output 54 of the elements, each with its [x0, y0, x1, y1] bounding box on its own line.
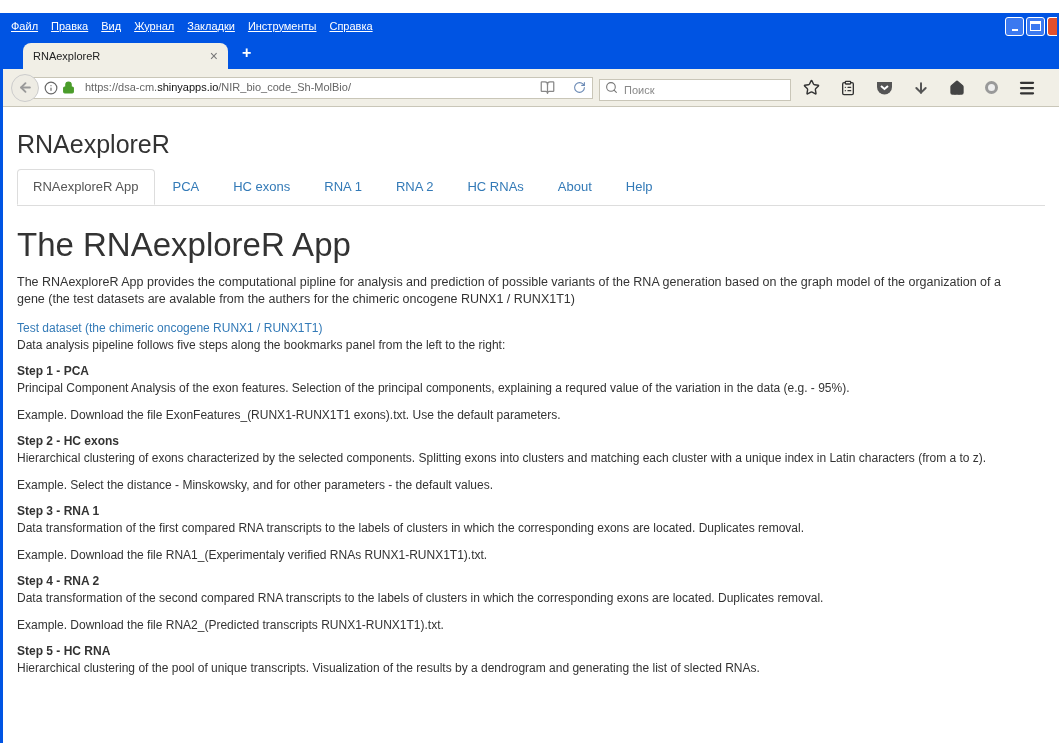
app-title: RNAexploreR [17, 129, 171, 159]
menu-item[interactable]: Инструменты [247, 17, 317, 35]
home-icon[interactable] [949, 79, 965, 96]
step-title: Step 4 - RNA 2 [17, 573, 101, 590]
nav-tab[interactable]: RNAexploreR App [17, 169, 155, 205]
step-title: Step 2 - HC exons [17, 433, 121, 450]
tab-close-button[interactable]: × [209, 45, 218, 67]
clipboard-icon[interactable] [840, 79, 856, 96]
nav-tab[interactable]: PCA [156, 169, 216, 205]
step-example: Example. Select the distance - Minskowsky, and for other parameters - the default values. [17, 477, 494, 494]
shield-icon[interactable] [876, 80, 893, 95]
new-tab-button[interactable]: + [242, 41, 252, 65]
menu-item[interactable]: Закладки [187, 17, 235, 35]
menu-item[interactable]: Правка [51, 17, 89, 35]
step-example: Example. Download the file ExonFeatures_(RUNX1-RUNX1T1 exons).txt. Use the default parameters. [17, 407, 562, 424]
minimize-icon[interactable] [1005, 16, 1024, 36]
step-description: Hierarchical clustering of the pool of unique transcripts. Visualization of the results by a dendrogram and generating the list of slected RNAs. [17, 660, 761, 677]
step-title: Step 1 - PCA [17, 363, 90, 380]
nav-tab[interactable]: Help [609, 169, 669, 205]
nav-tab[interactable]: RNA 1 [308, 169, 378, 205]
bookmark-star-icon[interactable] [803, 79, 820, 96]
dataset-link[interactable]: Test dataset (the chimeric oncogene RUNX1 / RUNX1T1) [17, 320, 323, 337]
menu-item[interactable]: Вид [101, 17, 122, 35]
menu-item[interactable]: Файл [11, 17, 39, 35]
download-icon[interactable] [913, 79, 929, 96]
step-example: Example. Download the file RNA2_(Predicted transcripts RUNX1-RUNX1T1).txt. [17, 617, 445, 634]
step-description: Hierarchical clustering of exons characterized by the selected components. Splitting exons into clusters and matching each cluster with a unique index in Latin characters (from a to z). [17, 450, 988, 467]
step-title: Step 5 - HC RNA [17, 643, 112, 660]
menu-item[interactable]: Журнал [134, 17, 175, 35]
step-example: Example. Download the file RNA1_(Experimentaly verified RNAs RUNX1-RUNX1T1).txt. [17, 547, 489, 564]
browser-tab[interactable]: RNAexploreR × [23, 43, 228, 69]
search-field[interactable]: Поиск [599, 78, 791, 101]
maximize-icon[interactable] [1026, 16, 1045, 36]
nav-tab[interactable]: HC exons [217, 169, 307, 205]
lock-icon[interactable] [62, 81, 75, 94]
reader-view-icon[interactable] [540, 80, 555, 95]
url-text: https://dsa-cm.shinyapps.io/NIR_bio_code_Sh-MolBio/ [85, 80, 352, 96]
step-description: Data transformation of the second compared RNA transcripts to the labels of clusters in which the corresponding exons are located. Duplicates removal. [17, 590, 825, 607]
back-button[interactable] [11, 73, 39, 102]
tab-title: RNAexploreR [33, 48, 102, 64]
nav-tab[interactable]: About [541, 169, 608, 205]
step-description: Data transformation of the first compared RNA transcripts to the labels of clusters in which the corresponding exons are located. Duplicates removal. [17, 520, 806, 537]
step-description: Principal Component Analysis of the exon features. Selection of the principal components, explaining a requred value of the variation in the data (e.g. - 95%). [17, 380, 851, 397]
address-field[interactable]: https://dsa-cm.shinyapps.io/NIR_bio_code_Sh-MolBio/ [33, 76, 593, 99]
step-title: Step 3 - RNA 1 [17, 503, 101, 520]
intro-paragraph: The RNAexploreR App provides the computational pipline for analysis and prediction of possible variants of the RNA generation based on the graph model of the organization of a gene (the test datasets are avalable from the authers for the chimeric oncogene RUNX1 / RUNX1T1) [17, 274, 1002, 308]
reload-icon[interactable] [573, 81, 586, 94]
page-heading: The RNAexploreR App [17, 226, 352, 264]
menu-item[interactable]: Справка [329, 17, 373, 35]
nav-tab[interactable]: RNA 2 [379, 169, 450, 205]
pipeline-text: Data analysis pipeline follows five steps along the bookmarks panel from the left to the right: [17, 337, 507, 354]
info-icon[interactable] [44, 80, 58, 95]
search-icon [605, 80, 618, 94]
nav-tab[interactable]: HC RNAs [451, 169, 540, 205]
